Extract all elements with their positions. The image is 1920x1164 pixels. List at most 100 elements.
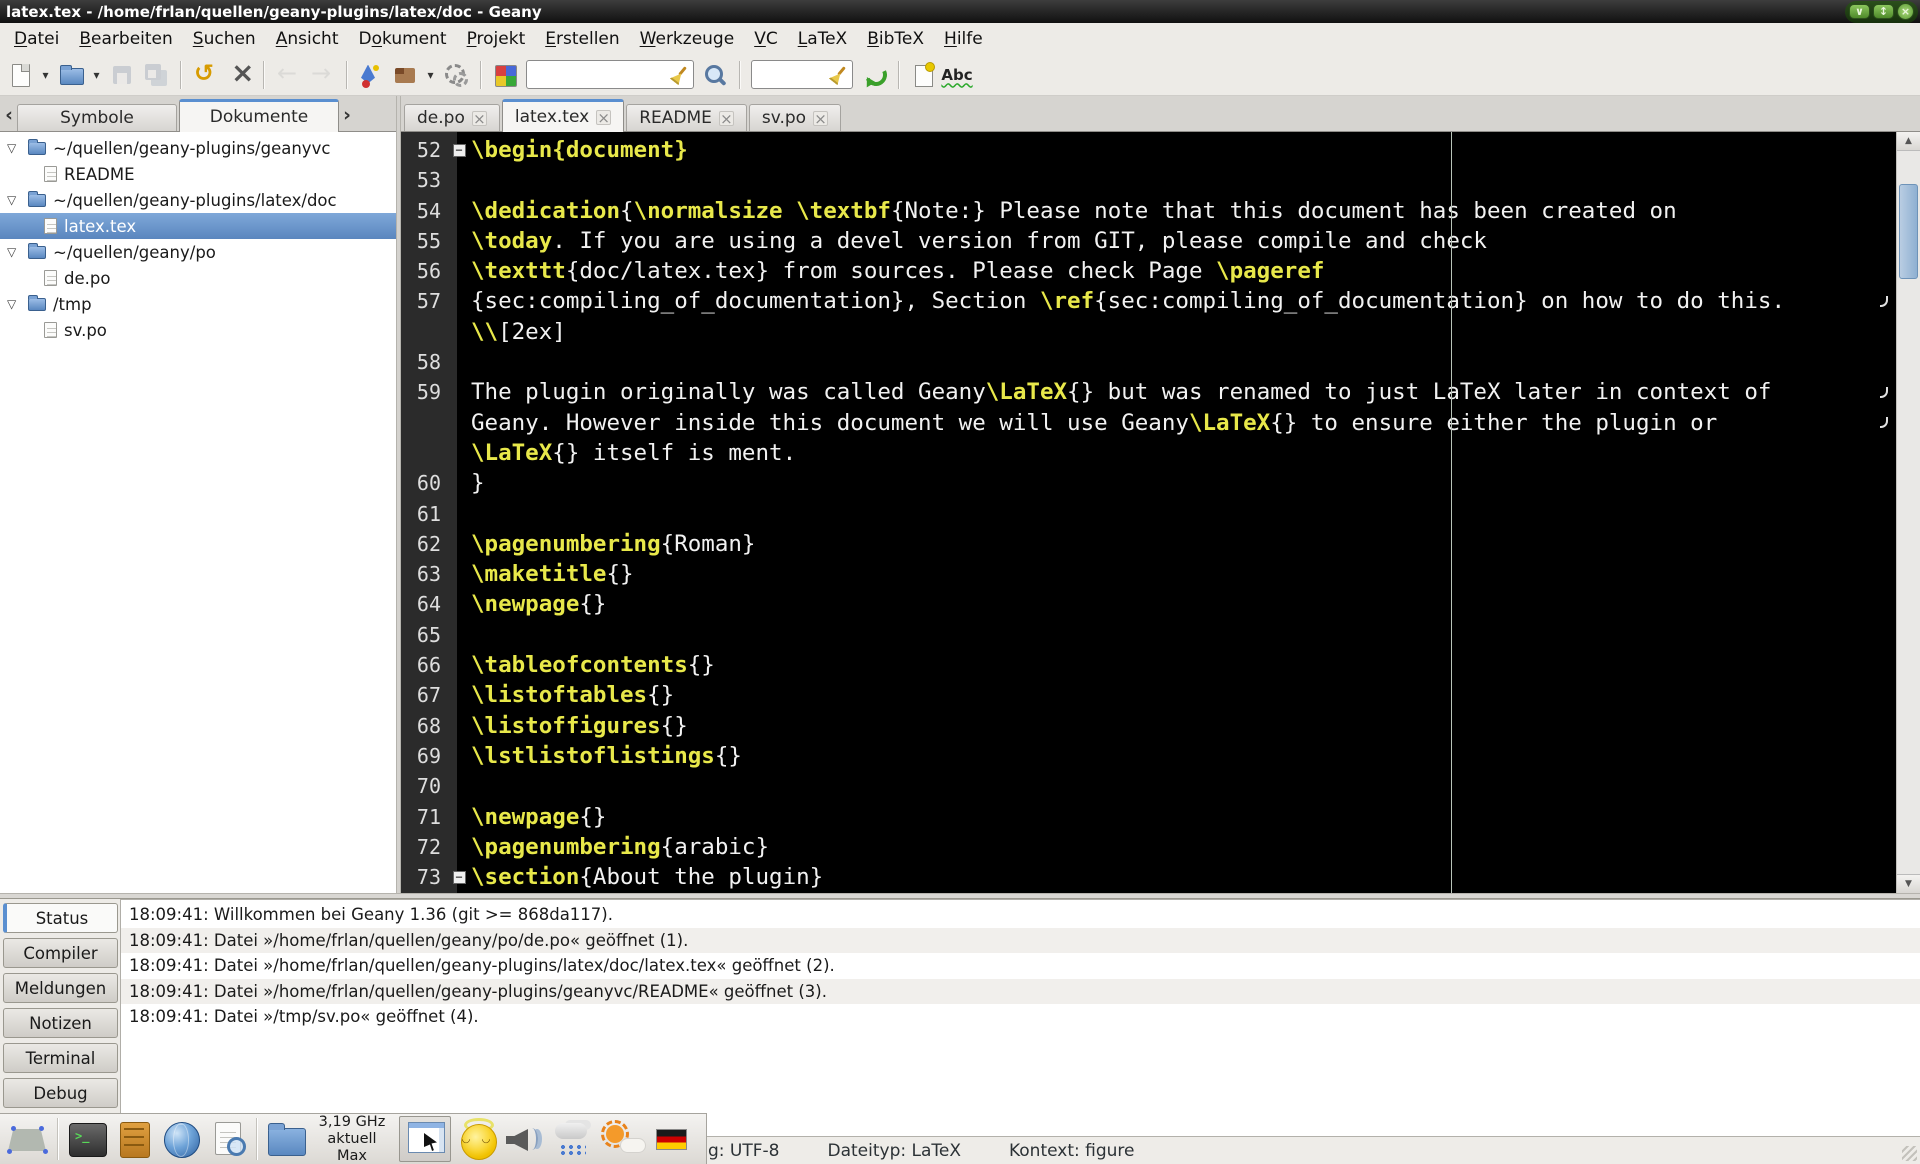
tree-folder-row[interactable]: ~/quellen/geany-plugins/geanyvc	[0, 135, 396, 161]
resize-grip-icon[interactable]	[1902, 1146, 1917, 1161]
tabs-scroll-left-icon[interactable]: ‹	[2, 102, 16, 128]
volume-icon[interactable]	[505, 1120, 543, 1158]
compile-button[interactable]	[355, 58, 387, 92]
revert-button[interactable]	[189, 58, 221, 92]
file-cabinet-icon[interactable]	[115, 1120, 153, 1158]
color-chooser-button[interactable]	[489, 58, 521, 92]
fold-marker-icon[interactable]	[453, 144, 466, 157]
tree-folder-row[interactable]: ~/quellen/geany-plugins/latex/doc	[0, 187, 396, 213]
expander-icon[interactable]	[7, 141, 21, 155]
message-tab-debug[interactable]: Debug	[3, 1078, 118, 1108]
editor[interactable]: 52\begin{document}5354\dedication{\norma…	[401, 132, 1920, 893]
scroll-up-icon[interactable]	[1897, 132, 1920, 151]
status-message-row[interactable]: 18:09:41: Datei »/home/frlan/quellen/gea…	[121, 928, 1920, 954]
build-menu-icon[interactable]	[423, 58, 438, 92]
menu-werkzeuge[interactable]: Werkzeuge	[630, 26, 745, 52]
code-line: 66\tableofcontents{}	[401, 650, 1920, 680]
build-button[interactable]	[389, 58, 421, 92]
menu-suchen[interactable]: Suchen	[183, 26, 266, 52]
document-tab-readme[interactable]: README	[626, 104, 747, 131]
menu-erstellen[interactable]: Erstellen	[535, 26, 629, 52]
search-input[interactable]	[531, 65, 671, 84]
menu-bibtex[interactable]: BibTeX	[857, 26, 934, 52]
jump-to-line-button[interactable]	[858, 58, 890, 92]
code-text: Geany. However inside this document we w…	[469, 408, 1717, 438]
tree-folder-row[interactable]: /tmp	[0, 291, 396, 317]
run-button[interactable]	[440, 58, 472, 92]
open-file-button[interactable]	[55, 58, 87, 92]
message-tab-notizen[interactable]: Notizen	[3, 1008, 118, 1038]
new-document-button[interactable]	[4, 58, 36, 92]
file-manager-icon[interactable]	[267, 1120, 305, 1158]
status-message-row[interactable]: 18:09:41: Datei »/home/frlan/quellen/gea…	[121, 979, 1920, 1005]
menu-datei[interactable]: Datei	[4, 26, 69, 52]
document-tab-latex-tex[interactable]: latex.tex	[502, 99, 624, 132]
clear-search-icon[interactable]	[671, 66, 689, 84]
web-browser-icon[interactable]	[162, 1120, 200, 1158]
scroll-down-icon[interactable]	[1897, 874, 1920, 893]
find-button[interactable]	[699, 58, 731, 92]
fold-margin	[449, 135, 469, 165]
status-message-row[interactable]: 18:09:41: Datei »/home/frlan/quellen/gea…	[121, 953, 1920, 979]
document-tab-de-po[interactable]: de.po	[404, 104, 500, 131]
line-number: 60	[401, 468, 449, 498]
tree-file-row[interactable]: sv.po	[0, 317, 396, 343]
close-button[interactable]: ×	[1897, 3, 1914, 20]
menu-hilfe[interactable]: Hilfe	[934, 26, 993, 52]
weather-rain-icon[interactable]	[552, 1120, 594, 1158]
status-message-row[interactable]: 18:09:41: Willkommen bei Geany 1.36 (git…	[121, 902, 1920, 928]
document-icon	[44, 322, 57, 338]
screenshot-tool-icon[interactable]	[399, 1116, 451, 1162]
expander-icon[interactable]	[7, 297, 21, 311]
emoticon-icon[interactable]: ◡ ◡	[460, 1120, 496, 1158]
close-tab-icon[interactable]	[813, 111, 828, 126]
panel-separator	[57, 1118, 59, 1160]
message-tab-compiler[interactable]: Compiler	[3, 938, 118, 968]
close-tab-icon[interactable]	[719, 111, 734, 126]
document-search-icon[interactable]	[209, 1120, 247, 1158]
menu-vc[interactable]: VC	[744, 26, 788, 52]
tabs-scroll-right-icon[interactable]: ›	[340, 102, 354, 128]
menu-ansicht[interactable]: Ansicht	[266, 26, 349, 52]
maximize-button[interactable]: ↕	[1873, 4, 1894, 19]
message-tab-meldungen[interactable]: Meldungen	[3, 973, 118, 1003]
document-tab-sv-po[interactable]: sv.po	[749, 104, 841, 131]
tree-file-row[interactable]: latex.tex	[0, 213, 396, 239]
new-document-menu-icon[interactable]	[38, 58, 53, 92]
clear-goto-icon[interactable]	[830, 66, 848, 84]
menu-dokument[interactable]: Dokument	[349, 26, 457, 52]
terminal-icon[interactable]	[68, 1120, 106, 1158]
show-desktop-icon[interactable]	[6, 1120, 48, 1158]
cpu-frequency-applet[interactable]: 3,19 GHzaktuell Max	[314, 1114, 390, 1164]
open-file-menu-icon[interactable]	[89, 58, 104, 92]
sidebar-tab-dokumente[interactable]: Dokumente	[179, 99, 339, 132]
fold-marker-icon[interactable]	[453, 871, 466, 884]
scrollbar-thumb[interactable]	[1899, 184, 1918, 279]
expander-icon[interactable]	[7, 193, 21, 207]
keyboard-flag-de-icon[interactable]	[656, 1129, 687, 1150]
menu-bearbeiten[interactable]: Bearbeiten	[69, 26, 182, 52]
minimize-button[interactable]: ∨	[1849, 4, 1870, 19]
expander-icon[interactable]	[7, 245, 21, 259]
close-tab-icon[interactable]	[596, 110, 611, 125]
status-message-row[interactable]: 18:09:41: Datei »/tmp/sv.po« geöffnet (4…	[121, 1004, 1920, 1030]
code-text	[469, 499, 471, 529]
message-tab-terminal[interactable]: Terminal	[3, 1043, 118, 1073]
spell-check-button[interactable]: Abc	[941, 58, 973, 92]
weather-sun-icon[interactable]	[603, 1120, 647, 1158]
close-document-button[interactable]	[223, 58, 255, 92]
sidebar-tab-label: Dokumente	[210, 107, 309, 127]
line-number: 71	[401, 802, 449, 832]
sidebar-tab-symbole[interactable]: Symbole	[17, 104, 177, 131]
fold-margin	[449, 438, 469, 468]
message-tab-status[interactable]: Status	[3, 903, 118, 933]
tree-folder-row[interactable]: ~/quellen/geany/po	[0, 239, 396, 265]
tree-file-row[interactable]: de.po	[0, 265, 396, 291]
tree-file-row[interactable]: README	[0, 161, 396, 187]
close-tab-icon[interactable]	[472, 111, 487, 126]
goto-line-input[interactable]	[756, 65, 830, 84]
menu-projekt[interactable]: Projekt	[457, 26, 536, 52]
menu-latex[interactable]: LaTeX	[788, 26, 858, 52]
editor-scrollbar[interactable]	[1896, 132, 1920, 893]
new-from-template-button[interactable]	[907, 58, 939, 92]
